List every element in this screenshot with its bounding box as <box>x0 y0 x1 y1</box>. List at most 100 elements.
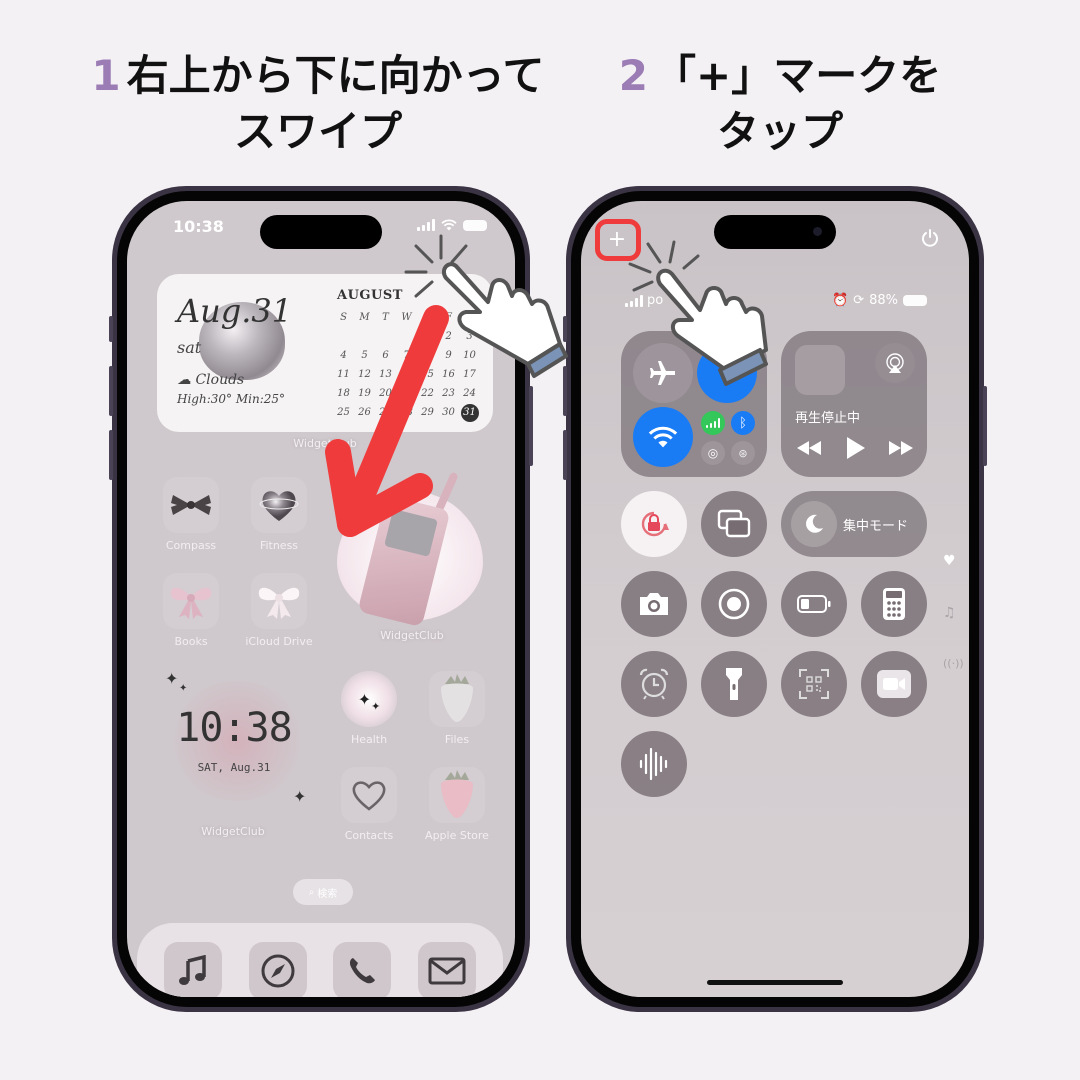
home-screen[interactable]: 10:38 Aug.31 sat ☁ Clouds High:30° Min:2… <box>127 201 515 997</box>
screen-mirroring-button[interactable] <box>701 491 767 557</box>
app-compass[interactable]: Compass <box>161 477 221 552</box>
app-health[interactable]: ✦ ✦ Health <box>339 671 399 746</box>
calendar-day-today: 31 <box>459 403 480 422</box>
search-icon: ⌕ <box>308 886 315 898</box>
step-1-heading: 1 右上から下に向かって スワイプ <box>68 48 568 160</box>
app-contacts[interactable]: Contacts <box>339 767 399 842</box>
carrier-status: po <box>625 293 663 308</box>
compass-icon[interactable] <box>248 942 307 997</box>
weekday-label: M <box>359 312 370 323</box>
alarm-icon: ⏰ <box>832 293 849 308</box>
weekday-label: T <box>424 312 431 323</box>
phone-home-screen: 10:38 Aug.31 sat ☁ Clouds High:30° Min:2… <box>109 186 533 1012</box>
calendar-day: 13 <box>379 369 392 380</box>
calendar-day: 22 <box>421 388 434 399</box>
cellular-data-toggle[interactable] <box>697 343 757 403</box>
flashlight-icon <box>726 668 742 700</box>
side-button <box>983 386 987 466</box>
pink-strawberry-icon <box>429 767 485 823</box>
focus-mode-button[interactable]: 集中モード <box>781 491 927 557</box>
step-text-line2: タップ <box>716 107 843 156</box>
app-books[interactable]: Books <box>161 573 221 648</box>
volume-down-button <box>109 430 113 480</box>
album-art <box>795 345 845 395</box>
record-icon <box>718 588 750 620</box>
camera-button[interactable] <box>621 571 687 637</box>
broadcast-icon[interactable]: ((·)) <box>943 657 964 670</box>
status-icons <box>417 219 487 231</box>
music-note-icon[interactable] <box>164 942 223 997</box>
widget-day: sat <box>177 338 202 357</box>
white-strawberry-icon <box>429 671 485 727</box>
flashlight-button[interactable] <box>701 651 767 717</box>
voice-memo-button[interactable] <box>621 731 687 797</box>
calendar-day: 2 <box>445 331 452 342</box>
orientation-lock-toggle[interactable] <box>621 491 687 557</box>
music-note-icon[interactable]: ♫ <box>943 605 956 621</box>
hotspot-toggle[interactable]: ⊛ <box>731 441 755 465</box>
play-icon[interactable] <box>845 437 865 459</box>
app-files[interactable]: Files <box>427 671 487 746</box>
power-icon[interactable] <box>921 229 939 251</box>
app-fitness[interactable]: Fitness <box>249 477 309 552</box>
dynamic-island <box>714 215 836 249</box>
phone-icon[interactable] <box>333 942 392 997</box>
calendar-day: 24 <box>463 388 476 399</box>
calendar-day: 28 <box>400 407 413 418</box>
fast-forward-icon[interactable] <box>889 441 913 455</box>
widget-high-low: High:30° Min:25° <box>177 392 286 406</box>
qr-code-icon <box>799 669 829 699</box>
low-power-mode-button[interactable] <box>781 571 847 637</box>
calendar-day: 9 <box>445 350 452 361</box>
weekday-label: S <box>466 312 473 323</box>
app-apple-store[interactable]: Apple Store <box>425 767 489 842</box>
airplane-icon <box>650 361 675 385</box>
sparkle-icon: ✦ <box>165 669 179 688</box>
carrier-name: po <box>647 293 664 308</box>
calendar-grid: S M T W T F S 1 2 3 4 5 6 7 8 9 10 11 12 13 14 15 16 17 18 19 20 21… <box>333 308 480 422</box>
rewind-icon[interactable] <box>797 441 821 455</box>
airplay-icon <box>886 353 904 373</box>
calendar-day: 16 <box>442 369 455 380</box>
airplane-mode-toggle[interactable] <box>633 343 693 403</box>
wifi-icon <box>648 426 678 448</box>
facetime-button[interactable] <box>861 651 927 717</box>
airdrop-toggle[interactable]: ◎ <box>701 441 725 465</box>
flip-phone-photo-widget[interactable] <box>337 471 483 628</box>
calendar-weather-widget[interactable]: Aug.31 sat ☁ Clouds High:30° Min:25° AUG… <box>157 274 493 432</box>
clock-time: 10:38 <box>176 705 292 751</box>
calendar-day: 5 <box>361 350 368 361</box>
calendar-day: 1 <box>424 331 431 342</box>
digital-clock-widget[interactable]: ✦ ✦ ✦ 10:38 SAT, Aug.31 <box>157 661 311 821</box>
screen-record-button[interactable] <box>701 571 767 637</box>
weekday-label: S <box>340 312 347 323</box>
home-indicator[interactable] <box>707 980 843 985</box>
alarm-button[interactable] <box>621 651 687 717</box>
cellular-toggle[interactable] <box>701 411 725 435</box>
wifi-toggle[interactable] <box>633 407 693 467</box>
widget-label: WidgetClub <box>201 825 265 838</box>
step-text-line1: 「+」マークを <box>654 51 942 100</box>
airplay-button[interactable] <box>875 343 915 383</box>
app-icloud-drive[interactable]: iCloud Drive <box>245 573 313 648</box>
silent-switch <box>563 316 567 342</box>
battery-icon <box>463 219 487 231</box>
search-button[interactable]: ⌕ 検索 <box>293 879 353 905</box>
calculator-button[interactable] <box>861 571 927 637</box>
pink-bow-icon <box>163 573 219 629</box>
connectivity-tile: ᛒ ◎ ⊛ <box>621 331 767 477</box>
calendar-day: 20 <box>379 388 392 399</box>
battery-icon <box>903 295 927 306</box>
calendar-day: 27 <box>379 407 392 418</box>
calendar-day: 6 <box>382 350 389 361</box>
mail-icon[interactable] <box>417 942 476 997</box>
calendar-day: 12 <box>358 369 371 380</box>
heart-icon[interactable]: ♥ <box>943 553 956 569</box>
volume-up-button <box>563 366 567 416</box>
now-playing-tile[interactable]: 再生停止中 <box>781 331 927 477</box>
code-scanner-button[interactable] <box>781 651 847 717</box>
sparkle-icon: ✦ ✦ <box>341 671 397 727</box>
bluetooth-toggle[interactable]: ᛒ <box>731 411 755 435</box>
sound-waveform-icon <box>639 747 668 781</box>
device-status: ⏰ ⟳ 88% <box>832 293 927 308</box>
